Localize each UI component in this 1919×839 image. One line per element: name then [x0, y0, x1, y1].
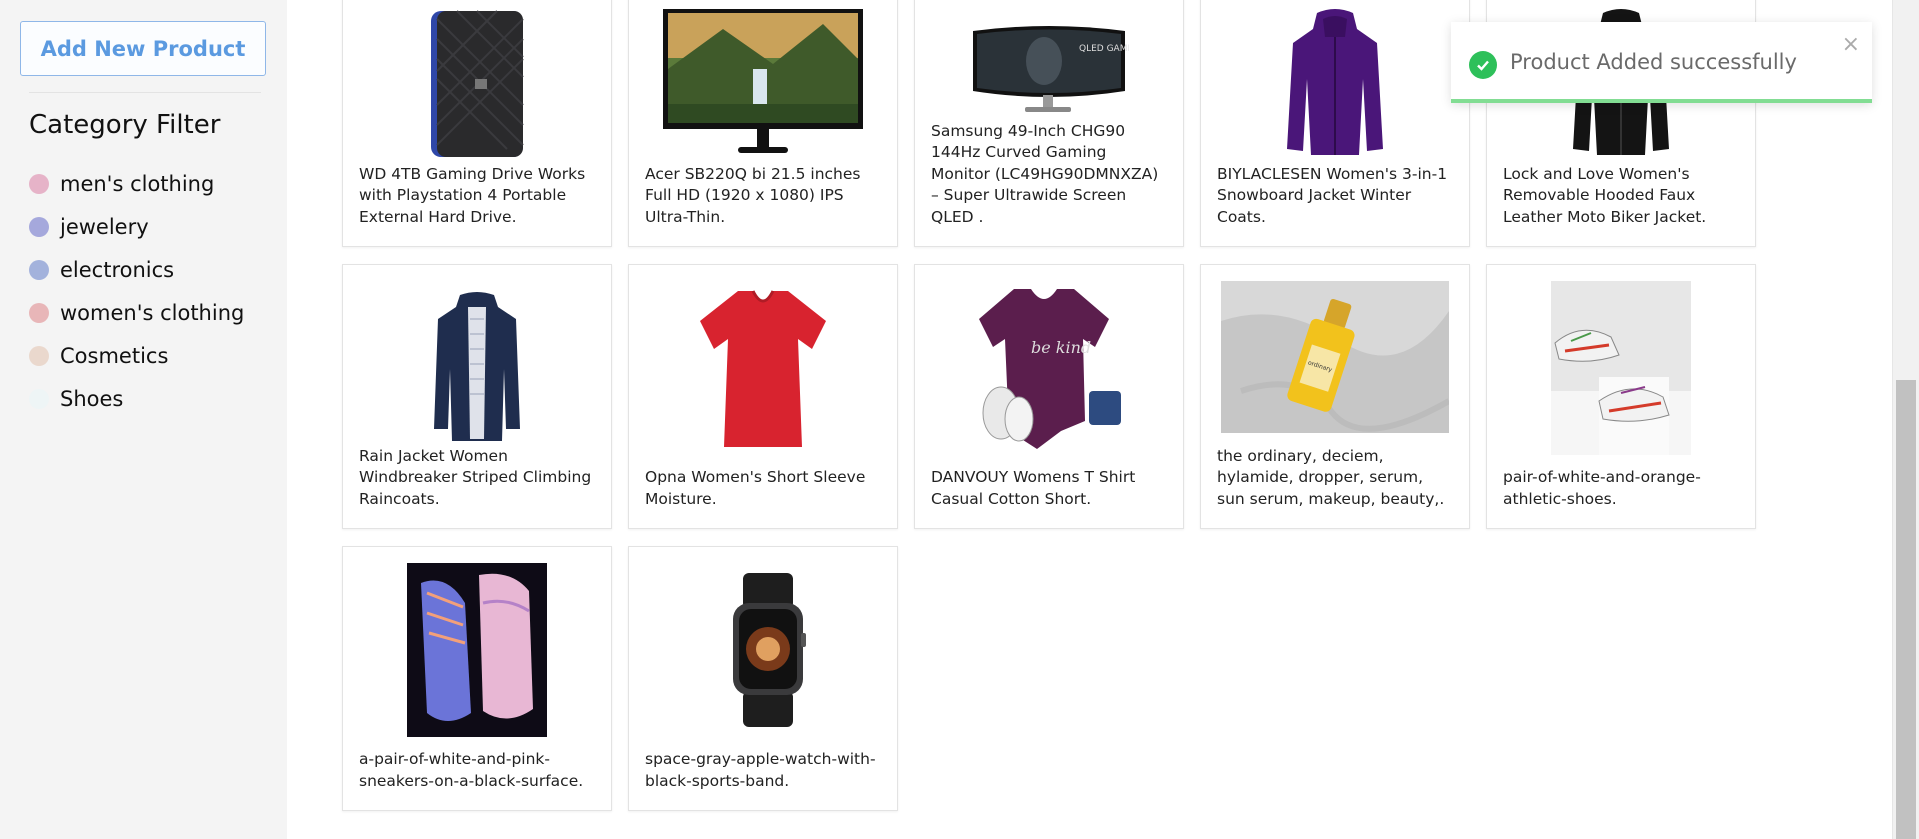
product-title: BIYLACLESEN Women's 3-in-1 Snowboard Jac… [1217, 164, 1448, 226]
product-title: Opna Women's Short Sleeve Moisture. [645, 468, 866, 508]
tshirt-print-text: be kind [1031, 338, 1091, 357]
product-image-serum-bottle: ordinary [1201, 281, 1469, 433]
category-color-dot [29, 345, 49, 366]
category-item-electronics[interactable]: electronics [29, 248, 244, 291]
product-card[interactable]: Opna Women's Short Sleeve Moisture. [628, 264, 898, 529]
category-color-dot [29, 173, 49, 194]
product-card[interactable]: Rain Jacket Women Windbreaker Striped Cl… [342, 264, 612, 529]
category-item-mens-clothing[interactable]: men's clothing [29, 162, 244, 205]
category-filter-title: Category Filter [29, 110, 221, 140]
product-title: a-pair-of-white-and-pink-sneakers-on-a-b… [359, 750, 584, 790]
category-item-womens-clothing[interactable]: women's clothing [29, 291, 244, 334]
product-image-apple-watch [629, 563, 897, 737]
page-scrollbar-track[interactable] [1892, 0, 1919, 839]
product-card[interactable]: space-gray-apple-watch-with-black-sports… [628, 546, 898, 811]
monitor-logo-text: QLED GAMING MONITOR [1079, 44, 1129, 54]
product-title: DANVOUY Womens T Shirt Casual Cotton Sho… [931, 468, 1136, 508]
close-icon[interactable]: × [1842, 32, 1860, 57]
product-image-purple-tshirt: be kind [915, 279, 1183, 453]
category-label: Shoes [60, 386, 124, 411]
product-card[interactable]: ordinary the ordinary, deciem, hylamide,… [1200, 264, 1470, 529]
product-title: the ordinary, deciem, hylamide, dropper,… [1217, 446, 1445, 508]
product-image-hard-drive [343, 0, 611, 171]
product-card[interactable]: pair-of-white-and-orange-athletic-shoes. [1486, 264, 1756, 529]
product-title: pair-of-white-and-orange-athletic-shoes. [1503, 468, 1701, 508]
product-image-purple-jacket [1201, 0, 1469, 171]
product-card[interactable]: QLED GAMING MONITOR Samsung 49-Inch CHG9… [914, 0, 1184, 247]
check-circle-icon [1469, 51, 1497, 79]
success-toast: Product Added successfully × [1451, 22, 1872, 103]
toast-message: Product Added successfully [1510, 50, 1797, 74]
product-image-athletic-shoes [1487, 281, 1755, 455]
sidebar-divider [29, 92, 261, 93]
category-color-dot [29, 259, 49, 280]
product-title: Lock and Love Women's Removable Hooded F… [1503, 164, 1707, 226]
category-item-cosmetics[interactable]: Cosmetics [29, 334, 244, 377]
category-label: Cosmetics [60, 343, 169, 368]
product-image-pink-sneakers [343, 563, 611, 737]
category-color-dot [29, 388, 49, 409]
product-image-red-tshirt [629, 279, 897, 453]
category-item-shoes[interactable]: Shoes [29, 377, 244, 420]
product-title: WD 4TB Gaming Drive Works with Playstati… [359, 164, 586, 226]
sidebar: Add New Product Category Filter men's cl… [0, 0, 287, 839]
category-label: electronics [60, 257, 175, 282]
product-card[interactable]: Acer SB220Q bi 21.5 inches Full HD (1920… [628, 0, 898, 247]
category-label: jewelery [60, 214, 149, 239]
page-scrollbar-thumb[interactable] [1896, 380, 1916, 839]
category-item-jewelery[interactable]: jewelery [29, 205, 244, 248]
product-image-rain-jacket [343, 279, 611, 453]
product-title: Acer SB220Q bi 21.5 inches Full HD (1920… [645, 164, 861, 226]
product-image-monitor [629, 0, 897, 171]
product-grid: WD 4TB Gaming Drive Works with Playstati… [287, 0, 1893, 839]
category-list: men's clothing jewelery electronics wome… [29, 162, 244, 420]
category-color-dot [29, 302, 49, 323]
product-title: Samsung 49-Inch CHG90 144Hz Curved Gamin… [931, 121, 1159, 226]
product-card[interactable]: be kind DANVOUY Womens T Shirt Casual Co… [914, 264, 1184, 529]
category-label: men's clothing [60, 171, 215, 196]
category-label: women's clothing [60, 300, 245, 325]
product-title: space-gray-apple-watch-with-black-sports… [645, 750, 876, 790]
product-title: Rain Jacket Women Windbreaker Striped Cl… [359, 446, 592, 508]
add-new-product-button[interactable]: Add New Product [20, 21, 266, 76]
category-color-dot [29, 216, 49, 237]
product-card[interactable]: WD 4TB Gaming Drive Works with Playstati… [342, 0, 612, 247]
product-card[interactable]: BIYLACLESEN Women's 3-in-1 Snowboard Jac… [1200, 0, 1470, 247]
product-card[interactable]: a-pair-of-white-and-pink-sneakers-on-a-b… [342, 546, 612, 811]
